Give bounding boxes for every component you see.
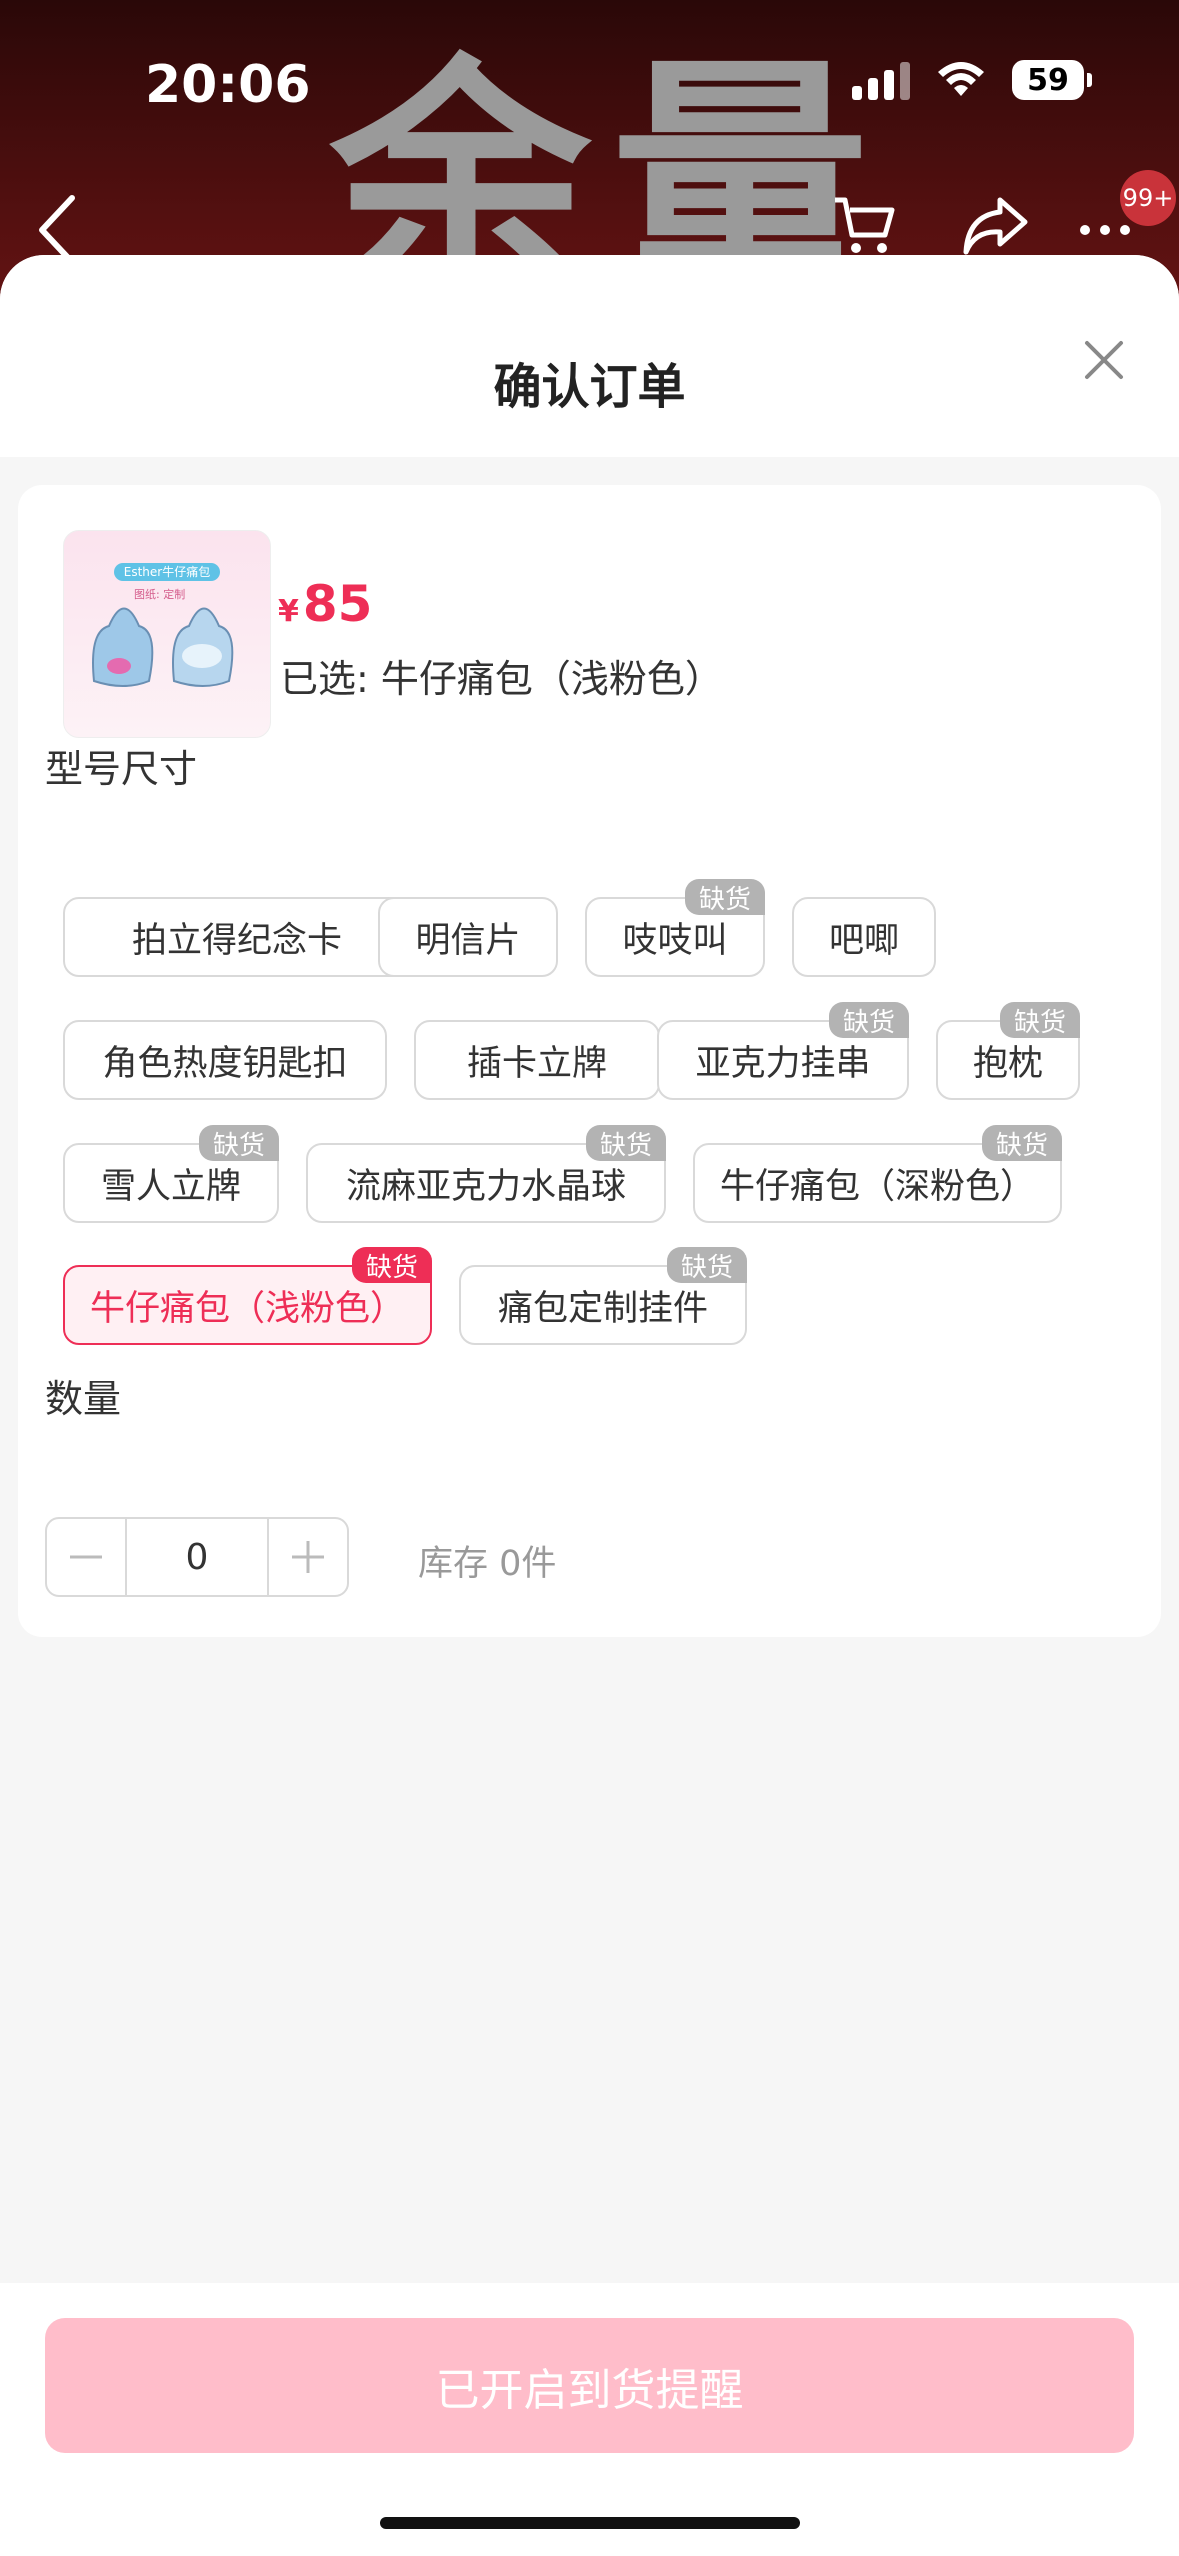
options-label: 型号尺寸	[45, 747, 198, 791]
option-chip[interactable]: 牛仔痛包（浅粉色） 缺货	[63, 1247, 432, 1345]
out-of-stock-badge: 缺货	[585, 1125, 666, 1161]
out-of-stock-badge: 缺货	[198, 1125, 279, 1161]
battery-icon: 59	[1012, 60, 1092, 100]
option-chip[interactable]: 流麻亚克力水晶球 缺货	[306, 1125, 666, 1223]
option-label: 吧唧	[828, 920, 899, 961]
sheet-title: 确认订单	[493, 359, 686, 415]
quantity-input[interactable]: 0	[124, 1519, 270, 1595]
product-thumbnail[interactable]: Esther牛仔痛包 图纸: 定制	[63, 530, 271, 738]
bag-illustration	[92, 607, 234, 687]
option-chip[interactable]: 亚克力挂串 缺货	[657, 1002, 909, 1100]
quantity-stepper: 0	[45, 1517, 349, 1597]
option-chip[interactable]: 吧唧	[792, 897, 936, 977]
out-of-stock-badge: 缺货	[828, 1002, 909, 1038]
option-chip[interactable]: 插卡立牌	[414, 1020, 660, 1100]
out-of-stock-badge: 缺货	[981, 1125, 1062, 1161]
option-label: 拍立得纪念卡	[131, 920, 342, 961]
option-label: 角色热度钥匙扣	[102, 1043, 348, 1084]
out-of-stock-badge: 缺货	[351, 1247, 432, 1283]
option-chip[interactable]: 雪人立牌 缺货	[63, 1125, 279, 1223]
increase-button[interactable]	[269, 1519, 347, 1595]
signal-icon	[852, 60, 910, 100]
plus-icon	[292, 1541, 325, 1573]
quantity-label: 数量	[45, 1377, 122, 1421]
cart-icon[interactable]	[830, 190, 900, 260]
option-label: 明信片	[415, 920, 521, 961]
option-chip[interactable]: 明信片	[378, 897, 558, 977]
out-of-stock-badge: 缺货	[666, 1247, 747, 1283]
option-label: 痛包定制挂件	[497, 1288, 708, 1329]
wifi-icon	[938, 62, 984, 96]
out-of-stock-badge: 缺货	[999, 1002, 1080, 1038]
option-label: 吱吱叫	[622, 920, 728, 961]
status-time: 20:06	[145, 55, 311, 115]
home-indicator	[380, 2517, 800, 2529]
option-chip[interactable]: 牛仔痛包（深粉色） 缺货	[693, 1125, 1062, 1223]
out-of-stock-badge: 缺货	[684, 879, 765, 915]
selected-variant: 已选: 牛仔痛包（浅粉色）	[280, 657, 723, 701]
close-icon[interactable]	[1079, 335, 1129, 385]
option-label: 雪人立牌	[100, 1166, 241, 1207]
option-chip[interactable]: 角色热度钥匙扣	[63, 1020, 387, 1100]
option-label: 抱枕	[972, 1043, 1043, 1084]
sheet-header: 确认订单	[0, 255, 1179, 457]
option-label: 牛仔痛包（深粉色）	[719, 1166, 1035, 1207]
option-chip[interactable]: 拍立得纪念卡	[63, 897, 411, 977]
option-chip[interactable]: 痛包定制挂件 缺货	[459, 1247, 747, 1345]
decrease-button[interactable]	[47, 1519, 125, 1595]
product-price: ¥85	[278, 575, 372, 633]
price-value: 85	[302, 575, 373, 633]
option-label: 流麻亚克力水晶球	[345, 1166, 626, 1207]
notification-badge: 99+	[1120, 170, 1176, 226]
order-sheet: 确认订单 Esther牛仔痛包 图纸: 定制 ¥85 已选: 牛仔痛包（浅粉色）…	[0, 255, 1179, 2556]
stock-text: 库存 0件	[418, 1544, 557, 1584]
status-icons: 59	[852, 60, 1092, 100]
option-label: 亚克力挂串	[695, 1043, 871, 1084]
option-label: 插卡立牌	[466, 1043, 607, 1084]
option-label: 牛仔痛包（浅粉色）	[89, 1288, 405, 1329]
currency-symbol: ¥	[278, 594, 299, 629]
option-chip[interactable]: 吱吱叫 缺货	[585, 879, 765, 977]
share-icon[interactable]	[960, 190, 1030, 260]
option-chip[interactable]: 抱枕 缺货	[936, 1002, 1080, 1100]
minus-icon	[69, 1555, 102, 1559]
arrival-reminder-button[interactable]: 已开启到货提醒	[45, 2318, 1134, 2453]
